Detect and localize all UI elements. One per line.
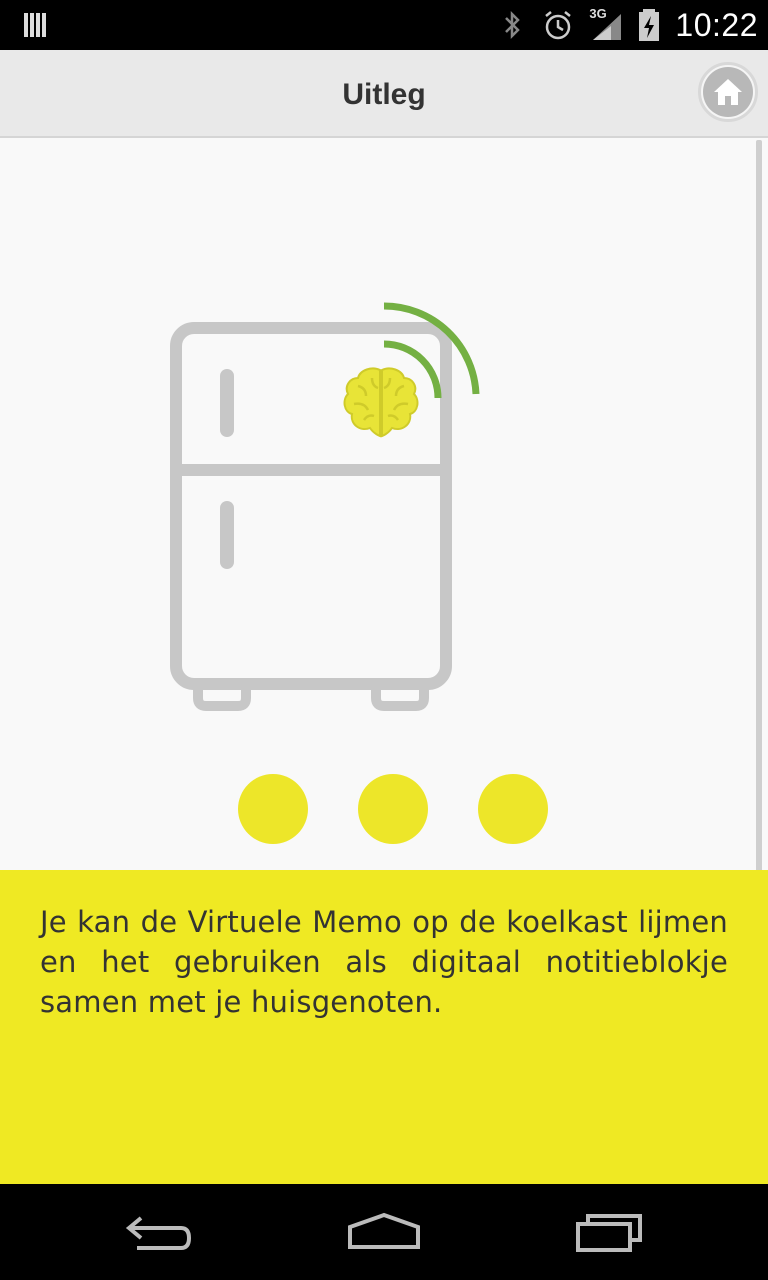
page-title: Uitleg (342, 78, 426, 111)
status-icons: 3G 10:22 (497, 0, 758, 50)
system-nav-bar (0, 1184, 768, 1280)
pager-dot-1[interactable] (238, 774, 308, 844)
home-nav-icon (348, 1212, 420, 1249)
back-icon (125, 1216, 192, 1250)
home-icon (714, 79, 742, 105)
status-bar: 3G 10:22 (0, 0, 768, 50)
pager-dots (238, 774, 548, 844)
explanation-text: Je kan de Virtuele Memo op de koelkast l… (40, 905, 728, 1019)
pager-dot-2[interactable] (358, 774, 428, 844)
home-button[interactable] (698, 62, 758, 122)
recent-apps-button[interactable] (555, 1202, 665, 1262)
alarm-icon (545, 11, 572, 40)
notification-bars-icon (24, 13, 46, 37)
recent-apps-icon (576, 1214, 642, 1252)
battery-charging-icon (639, 9, 660, 41)
home-button-circle (703, 67, 753, 117)
content-area[interactable]: Je kan de Virtuele Memo op de koelkast l… (0, 138, 768, 1184)
fridge-brain-wifi-icon (170, 302, 480, 711)
pager-dot-3[interactable] (478, 774, 548, 844)
back-button[interactable] (104, 1202, 214, 1262)
explanation-panel: Je kan de Virtuele Memo op de koelkast l… (0, 870, 768, 1184)
home-nav-button[interactable] (329, 1202, 439, 1262)
signal-3g-icon: 3G (589, 6, 623, 42)
bluetooth-icon (505, 10, 521, 40)
action-bar: Uitleg (0, 50, 768, 138)
status-time: 10:22 (675, 6, 758, 43)
